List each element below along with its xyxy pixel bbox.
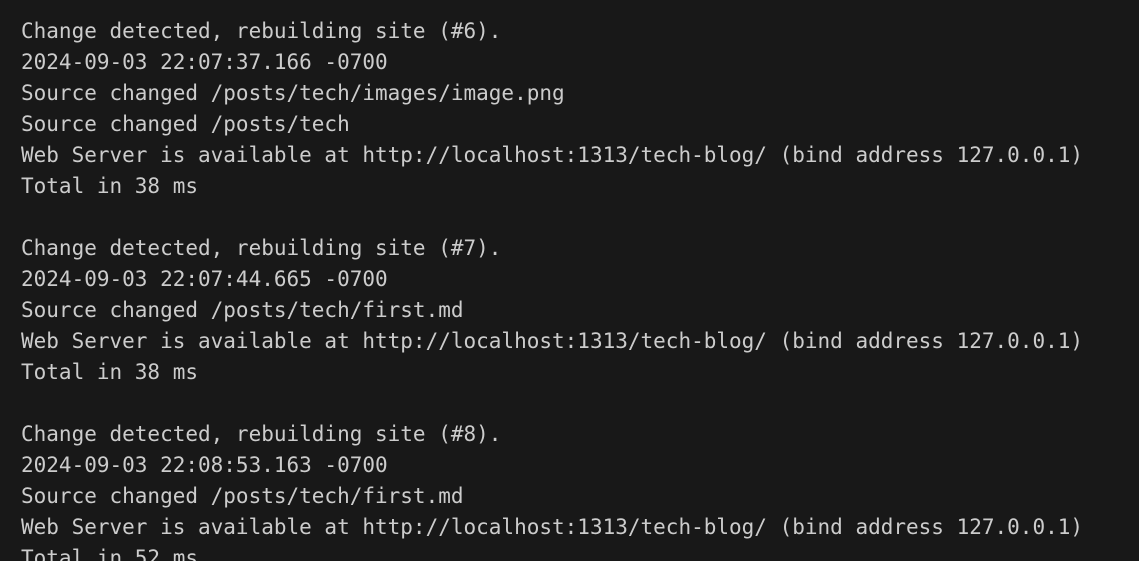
log-line: 2024-09-03 22:08:53.163 -0700 [21, 453, 388, 477]
log-line: Change detected, rebuilding site (#8). [21, 422, 502, 446]
log-line: Web Server is available at http://localh… [21, 143, 1084, 167]
log-line: 2024-09-03 22:07:44.665 -0700 [21, 267, 388, 291]
log-line: Source changed /posts/tech/images/image.… [21, 81, 565, 105]
log-line: Source changed /posts/tech/first.md [21, 298, 464, 322]
log-line: Total in 52 ms [21, 546, 199, 561]
log-line: Source changed /posts/tech/first.md [21, 484, 464, 508]
log-line: Source changed /posts/tech [21, 112, 350, 136]
log-line: Total in 38 ms [21, 174, 199, 198]
log-line: Web Server is available at http://localh… [21, 329, 1084, 353]
log-line: 2024-09-03 22:07:37.166 -0700 [21, 50, 388, 74]
log-line: Change detected, rebuilding site (#7). [21, 236, 502, 260]
log-line: Web Server is available at http://localh… [21, 515, 1084, 539]
terminal-output[interactable]: Change detected, rebuilding site (#6). 2… [0, 0, 1139, 561]
log-line: Change detected, rebuilding site (#6). [21, 19, 502, 43]
log-line: Total in 38 ms [21, 360, 199, 384]
